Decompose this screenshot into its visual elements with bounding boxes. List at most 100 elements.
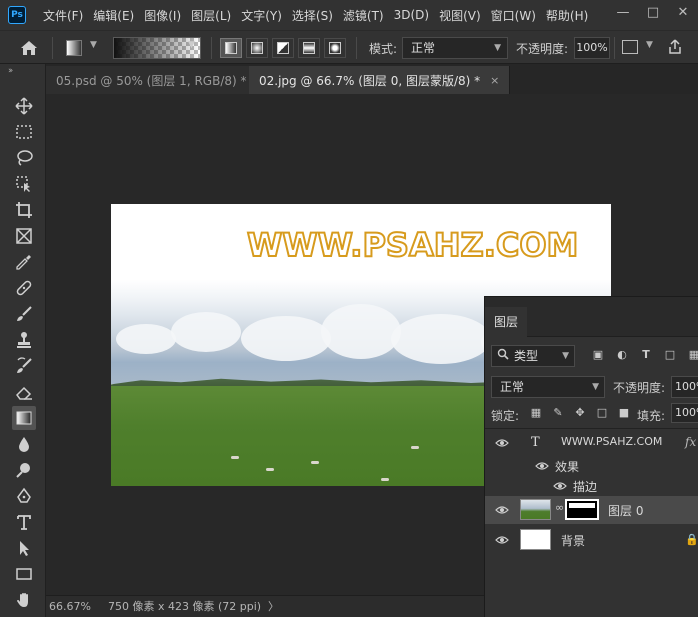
separator (614, 37, 615, 59)
menu-view[interactable]: 视图(V) (434, 7, 486, 24)
chevron-down-icon[interactable]: ▼ (188, 40, 195, 50)
layer-thumbnail[interactable] (520, 499, 551, 520)
lock-all-icon[interactable]: ■ (617, 406, 631, 420)
layer-thumbnail[interactable] (520, 529, 551, 550)
eyedropper-tool-icon[interactable] (12, 250, 36, 274)
tools-panel: ›› (0, 64, 46, 617)
tab-label: 02.jpg @ 66.7% (图层 0, 图层蒙版/8) * (259, 73, 481, 88)
divider (485, 428, 698, 429)
move-tool-icon[interactable] (12, 94, 36, 118)
layer-row-stroke-effect[interactable]: 描边 (485, 476, 698, 496)
status-menu-icon[interactable]: 〉 (268, 599, 279, 615)
collapse-icon[interactable]: ›› (8, 66, 13, 76)
mode-value: 正常 (411, 41, 436, 55)
menu-file[interactable]: 文件(F) (38, 7, 88, 24)
separator (52, 37, 53, 59)
fill-input[interactable]: 100% (671, 403, 698, 423)
zoom-level[interactable]: 66.67% (49, 599, 99, 615)
frame-tool-icon[interactable] (12, 224, 36, 248)
menu-help[interactable]: 帮助(H) (541, 7, 593, 24)
blend-mode-value: 正常 (500, 380, 525, 394)
blur-tool-icon[interactable] (12, 432, 36, 456)
chevron-down-icon[interactable]: ▼ (646, 40, 653, 50)
maximize-icon[interactable]: □ (638, 0, 668, 24)
menu-bar: Ps 文件(F) 编辑(E) 图像(I) 图层(L) 文字(Y) 选择(S) 滤… (0, 0, 698, 30)
diamond-gradient-button[interactable] (324, 38, 346, 58)
rectangle-tool-icon[interactable] (12, 562, 36, 586)
fx-icon[interactable]: fx (685, 435, 696, 449)
share-icon[interactable] (668, 39, 682, 58)
eraser-tool-icon[interactable] (12, 380, 36, 404)
mode-select[interactable]: 正常 ▼ (402, 37, 508, 59)
adjustment-filter-icon[interactable]: ◐ (615, 348, 629, 362)
link-icon[interactable]: ∞ (555, 501, 564, 514)
layer-row-background[interactable]: 背景 🔒 (485, 526, 698, 554)
close-icon[interactable]: × (490, 74, 499, 87)
angle-gradient-button[interactable] (272, 38, 294, 58)
home-icon[interactable] (18, 38, 40, 58)
menu-window[interactable]: 窗口(W) (486, 7, 541, 24)
shape-filter-icon[interactable]: □ (663, 348, 677, 362)
linear-gradient-button[interactable] (220, 38, 242, 58)
image-filter-icon[interactable]: ▣ (591, 348, 605, 362)
visibility-eye-icon[interactable] (495, 438, 509, 448)
reflected-gradient-button[interactable] (298, 38, 320, 58)
menu-3d[interactable]: 3D(D) (389, 8, 434, 22)
gradient-tool-icon[interactable] (12, 406, 36, 430)
visibility-eye-icon[interactable] (495, 535, 509, 545)
layer-mask-thumbnail[interactable] (565, 499, 599, 520)
layer-row-text[interactable]: T WWW.PSAHZ.COM fx (485, 430, 698, 456)
tablet-pressure-icon[interactable] (622, 40, 638, 54)
effects-label: 效果 (555, 460, 580, 474)
chevron-down-icon: ▼ (562, 351, 569, 361)
menu-image[interactable]: 图像(I) (139, 7, 186, 24)
tab-layers[interactable]: 图层 (485, 307, 527, 337)
clone-stamp-tool-icon[interactable] (12, 328, 36, 352)
tab-05-psd[interactable]: 05.psd @ 50% (图层 1, RGB/8) * × (46, 66, 277, 94)
visibility-eye-icon[interactable] (495, 505, 509, 515)
menu-edit[interactable]: 编辑(E) (88, 7, 139, 24)
lock-transparent-pixels-icon[interactable]: ▦ (529, 406, 543, 420)
marquee-tool-icon[interactable] (12, 120, 36, 144)
gradient-preset-icon[interactable] (66, 40, 82, 56)
layer-name: WWW.PSAHZ.COM (561, 435, 663, 448)
chevron-down-icon: ▼ (494, 43, 501, 53)
opacity-input[interactable]: 100% (574, 37, 610, 59)
menu-layer[interactable]: 图层(L) (186, 7, 236, 24)
lock-position-icon[interactable]: ✥ (573, 406, 587, 420)
menu-select[interactable]: 选择(S) (287, 7, 338, 24)
hand-tool-icon[interactable] (12, 588, 36, 612)
crop-tool-icon[interactable] (12, 198, 36, 222)
text-layer-icon: T (531, 435, 540, 450)
brush-tool-icon[interactable] (12, 302, 36, 326)
layers-panel-header: 图层 (485, 297, 698, 337)
stroke-effect-label: 描边 (573, 480, 598, 494)
visibility-eye-icon[interactable] (553, 481, 567, 491)
lasso-tool-icon[interactable] (12, 146, 36, 170)
menu-filter[interactable]: 滤镜(T) (338, 7, 389, 24)
tab-02-jpg[interactable]: 02.jpg @ 66.7% (图层 0, 图层蒙版/8) * × (249, 66, 511, 94)
layer-opacity-label: 不透明度: (613, 381, 666, 395)
path-selection-tool-icon[interactable] (12, 536, 36, 560)
layer-filter-select[interactable]: 类型 ▼ (491, 345, 575, 367)
layer-row-effects[interactable]: 效果 (485, 456, 698, 476)
type-filter-icon[interactable]: T (639, 348, 653, 362)
dodge-tool-icon[interactable] (12, 458, 36, 482)
blend-mode-select[interactable]: 正常 ▼ (491, 376, 605, 398)
layer-row-layer0[interactable]: ∞ 图层 0 (485, 496, 698, 524)
type-tool-icon[interactable] (12, 510, 36, 534)
object-selection-tool-icon[interactable] (12, 172, 36, 196)
healing-brush-tool-icon[interactable] (12, 276, 36, 300)
radial-gradient-button[interactable] (246, 38, 268, 58)
history-brush-tool-icon[interactable] (12, 354, 36, 378)
minimize-icon[interactable]: — (608, 0, 638, 24)
lock-artboard-icon[interactable]: □ (595, 406, 609, 420)
close-icon[interactable]: ✕ (668, 0, 698, 24)
smart-object-filter-icon[interactable]: ▦ (687, 348, 698, 362)
pen-tool-icon[interactable] (12, 484, 36, 508)
layer-opacity-input[interactable]: 100% (671, 376, 698, 398)
chevron-down-icon[interactable]: ▼ (90, 40, 97, 50)
menu-type[interactable]: 文字(Y) (236, 7, 287, 24)
visibility-eye-icon[interactable] (535, 461, 549, 471)
lock-image-pixels-icon[interactable]: ✎ (551, 406, 565, 420)
